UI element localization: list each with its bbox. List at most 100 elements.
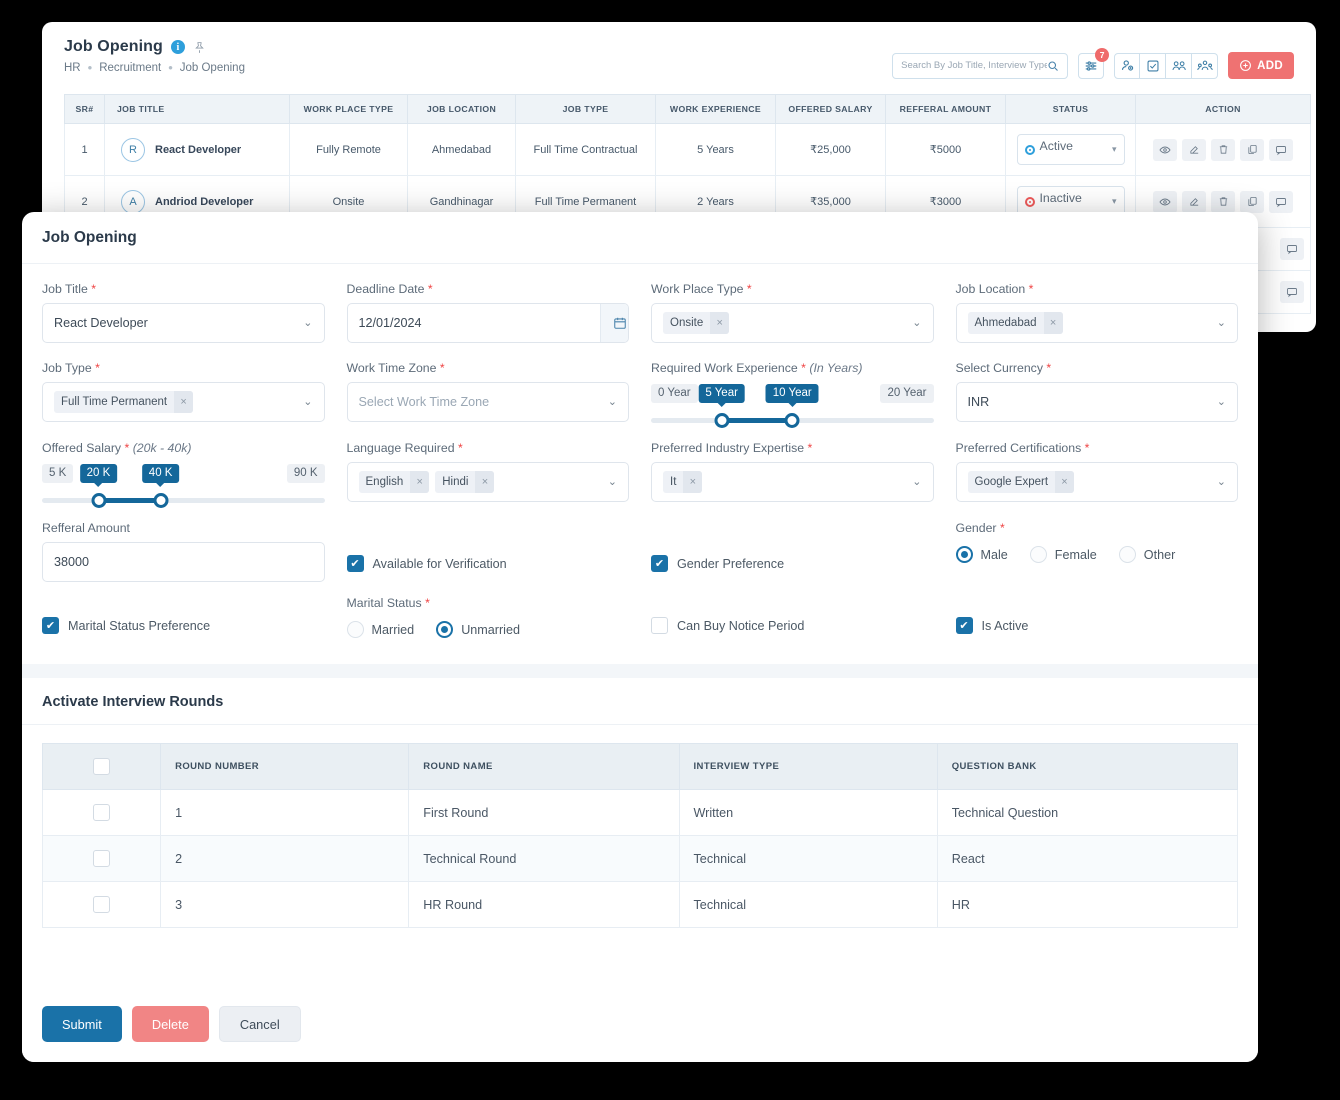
comment-icon-button[interactable] (1280, 238, 1304, 260)
chevron-down-icon: ⌄ (912, 475, 922, 488)
chip-remove-icon[interactable]: × (1055, 471, 1075, 493)
delete-icon-button[interactable] (1211, 138, 1235, 161)
info-icon[interactable]: i (170, 40, 185, 54)
job-location-select[interactable]: Ahmedabad × ⌄ (955, 303, 1238, 343)
label-gender: Gender * (955, 521, 1005, 535)
radio-marital-married[interactable]: Married (346, 621, 414, 638)
slider-handle-high[interactable] (784, 413, 800, 428)
refferal-amount-input[interactable]: 38000 (42, 542, 325, 582)
required-marker: * (1025, 282, 1034, 296)
job-type-select[interactable]: Full Time Permanent × ⌄ (42, 382, 325, 422)
copy-icon-button[interactable] (1240, 190, 1264, 213)
team-icon-button[interactable] (1192, 52, 1219, 79)
work-experience-slider[interactable]: 0 Year 20 Year 5 Year 10 Year (651, 382, 934, 428)
checkbox-icon[interactable] (651, 617, 668, 634)
submit-button[interactable]: Submit (42, 1006, 122, 1042)
chip-remove-icon[interactable]: × (410, 471, 430, 493)
add-user-icon-button[interactable] (1114, 52, 1141, 79)
radio-icon[interactable] (346, 621, 364, 638)
status-badge[interactable]: Active ▾ (1016, 134, 1125, 165)
radio-icon[interactable] (1118, 546, 1136, 563)
table-row[interactable]: 3 HR Round Technical HR (41, 881, 1239, 928)
currency-select[interactable]: INR ⌄ (955, 382, 1238, 422)
language-required-select[interactable]: English × Hindi × ⌄ (346, 462, 629, 502)
modal-title: Job Opening (42, 228, 137, 246)
breadcrumb-item-recruitment[interactable]: Recruitment (99, 62, 161, 74)
row-checkbox-icon[interactable] (93, 804, 111, 821)
add-button-label: ADD (1257, 59, 1283, 72)
cell-question-bank-link[interactable]: Technical Question (936, 789, 1239, 836)
deadline-date-input[interactable]: 12/01/2024 (346, 303, 629, 343)
cell-question-bank-link[interactable]: React (936, 835, 1239, 882)
checkbox-icon[interactable]: ✔ (346, 555, 364, 572)
work-place-type-select[interactable]: Onsite × ⌄ (651, 303, 934, 343)
checkbox-available-for-verification[interactable]: ✔ Available for Verification (346, 555, 507, 572)
comment-icon-button[interactable] (1269, 138, 1293, 161)
select-all-checkbox-icon[interactable] (93, 758, 111, 775)
checkbox-marital-status-preference[interactable]: ✔ Marital Status Preference (42, 617, 210, 634)
cell-interview-type: Written (678, 789, 938, 836)
table-row[interactable]: 2 Technical Round Technical React (41, 835, 1239, 882)
comment-icon-button[interactable] (1269, 190, 1293, 213)
calendar-icon-button[interactable] (600, 304, 629, 342)
breadcrumb-item-hr[interactable]: HR (64, 62, 81, 74)
radio-gender-female[interactable]: Female (1029, 546, 1097, 563)
view-icon-button[interactable] (1153, 138, 1177, 161)
pin-icon[interactable] (193, 41, 206, 54)
status-label: Inactive (1039, 191, 1082, 205)
row-checkbox-icon[interactable] (93, 850, 111, 867)
checkbox-icon[interactable]: ✔ (955, 617, 973, 634)
offered-salary-slider[interactable]: 5 K 90 K 20 K 40 K (42, 462, 325, 508)
radio-icon[interactable] (955, 546, 973, 563)
checkbox-icon[interactable]: ✔ (42, 617, 59, 634)
cell-question-bank-link[interactable]: HR (936, 881, 1239, 928)
work-time-zone-select[interactable]: Select Work Time Zone ⌄ (346, 382, 629, 422)
slider-track[interactable] (42, 493, 325, 508)
add-button[interactable]: ADD (1228, 52, 1294, 79)
field-can-buy-notice-period: Can Buy Notice Period (651, 596, 934, 638)
filter-button[interactable]: 7 (1078, 47, 1110, 79)
row-checkbox-icon[interactable] (93, 896, 111, 913)
radio-marital-unmarried[interactable]: Unmarried (436, 621, 520, 638)
cell-refferal-amount: ₹5000 (885, 123, 1006, 176)
chip-remove-icon[interactable]: × (683, 471, 703, 493)
chip: It × (663, 471, 703, 493)
delete-icon-button[interactable] (1211, 190, 1235, 213)
search-input[interactable]: Search By Job Title, Interview Type, (892, 52, 1069, 79)
preferred-industry-expertise-select[interactable]: It × ⌄ (651, 462, 934, 502)
chip-remove-icon[interactable]: × (475, 471, 495, 493)
copy-icon-button[interactable] (1240, 138, 1264, 161)
slider-handle-low[interactable] (714, 413, 730, 428)
modal-form: Job Title * React Developer ⌄ Deadline D… (22, 264, 1258, 656)
radio-icon[interactable] (1029, 546, 1047, 563)
job-title-select[interactable]: React Developer ⌄ (42, 303, 325, 343)
checkbox-is-active[interactable]: ✔ Is Active (955, 617, 1028, 634)
slider-track[interactable] (651, 413, 934, 428)
col-refferal-amount: REFFERAL AMOUNT (885, 94, 1006, 124)
required-marker: * (743, 282, 752, 296)
checkbox-icon[interactable]: ✔ (651, 555, 668, 572)
view-icon-button[interactable] (1153, 190, 1177, 213)
radio-icon[interactable] (436, 621, 454, 638)
cancel-button[interactable]: Cancel (218, 1006, 301, 1042)
chip-remove-icon[interactable]: × (1043, 312, 1063, 334)
checkbox-icon-button[interactable] (1140, 52, 1167, 79)
checkbox-gender-preference[interactable]: ✔ Gender Preference (651, 555, 784, 572)
comment-icon-button[interactable] (1280, 281, 1304, 303)
slider-handle-high[interactable] (153, 493, 169, 508)
delete-button[interactable]: Delete (131, 1006, 209, 1042)
table-row[interactable]: 1 First Round Written Technical Question (41, 789, 1239, 836)
checkbox-can-buy-notice-period[interactable]: Can Buy Notice Period (651, 617, 804, 634)
users-icon-button[interactable] (1166, 52, 1193, 79)
radio-gender-other[interactable]: Other (1118, 546, 1175, 563)
chip-remove-icon[interactable]: × (710, 312, 730, 334)
table-row[interactable]: 1 R React Developer Fully Remote Ahmedab… (64, 123, 1311, 176)
edit-icon-button[interactable] (1182, 190, 1206, 213)
edit-icon-button[interactable] (1182, 138, 1206, 161)
slider-handle-low[interactable] (91, 493, 106, 508)
radio-gender-male[interactable]: Male (955, 546, 1008, 563)
chip-remove-icon[interactable]: × (174, 391, 194, 413)
preferred-certifications-select[interactable]: Google Expert × ⌄ (955, 462, 1238, 502)
required-marker: * (454, 441, 463, 455)
slider-labels: 5 K 90 K 20 K 40 K (42, 464, 325, 488)
